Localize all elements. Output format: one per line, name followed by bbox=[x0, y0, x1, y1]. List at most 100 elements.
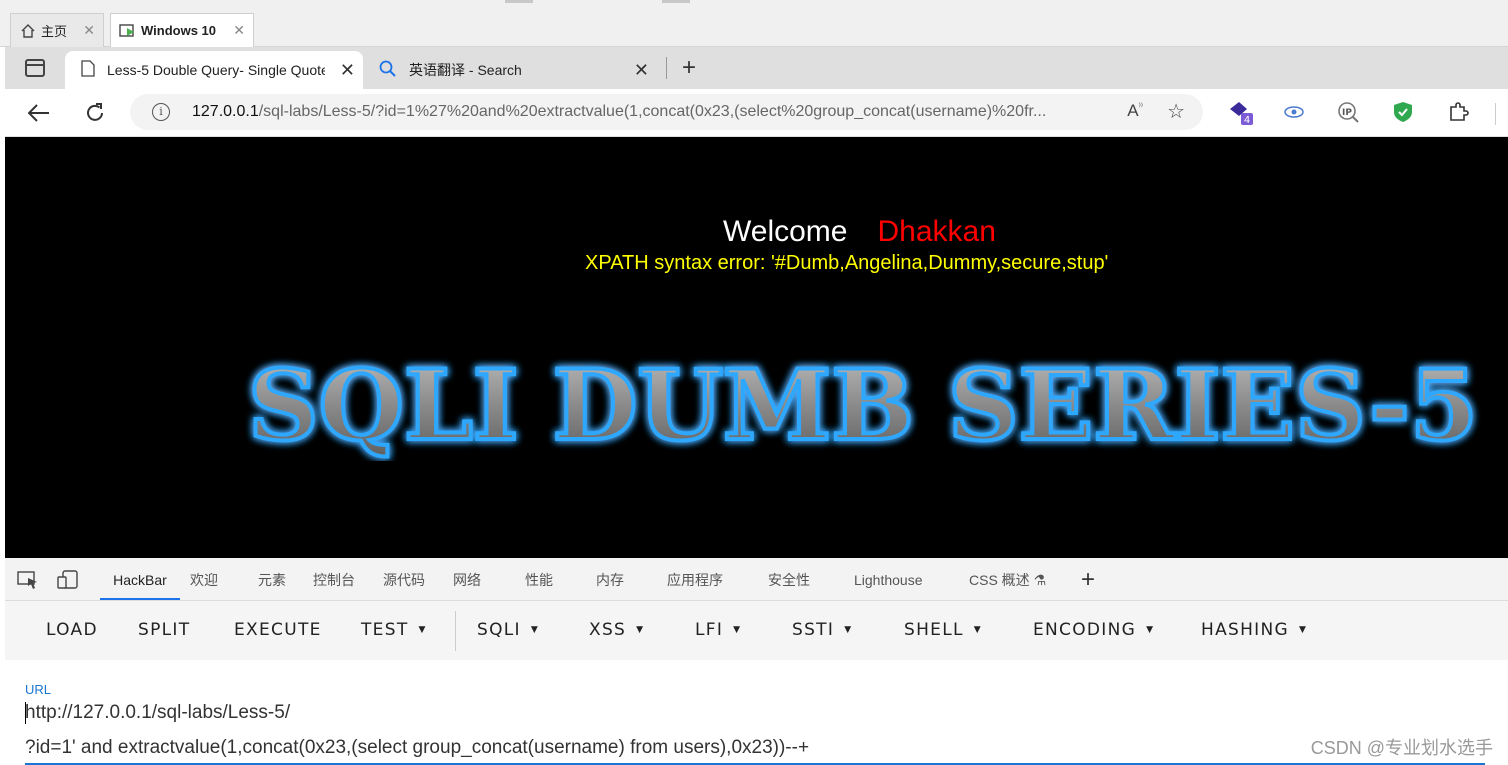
dropdown-caret-icon: ▼ bbox=[733, 625, 742, 635]
navigation-bar: i 127.0.0.1/sql-labs/Less-5/?id=1%27%20a… bbox=[5, 89, 1508, 137]
close-icon[interactable]: ✕ bbox=[83, 22, 95, 39]
eye-extension-icon[interactable] bbox=[1281, 99, 1307, 125]
devtools-tab-bar: HackBar 欢迎 元素 控制台 源代码 网络 性能 内存 应用程序 安全性 Lighthouse… bbox=[5, 558, 1508, 601]
host-tab-windows10[interactable]: Windows 10 ✕ bbox=[110, 13, 254, 47]
dropdown-caret-icon: ▼ bbox=[530, 625, 540, 635]
inspect-element-icon[interactable] bbox=[17, 570, 39, 590]
extension-badge-icon[interactable]: 4 bbox=[1227, 99, 1253, 125]
tab-actions-icon[interactable] bbox=[25, 59, 45, 77]
tab-performance[interactable]: 性能 bbox=[525, 558, 553, 600]
button-label: SSTI bbox=[792, 620, 835, 640]
close-icon[interactable]: ✕ bbox=[233, 22, 245, 39]
hashing-button[interactable]: HASHING ▼ bbox=[1201, 620, 1307, 640]
dropdown-caret-icon: ▼ bbox=[418, 625, 427, 635]
user-name: Dhakkan bbox=[877, 215, 996, 248]
dropdown-caret-icon: ▼ bbox=[844, 625, 853, 635]
extensions-puzzle-icon[interactable] bbox=[1445, 99, 1471, 125]
dropdown-caret-icon: ▼ bbox=[636, 625, 645, 635]
tab-memory[interactable]: 内存 bbox=[596, 558, 624, 600]
button-label: SQLI bbox=[477, 620, 521, 640]
button-label: HASHING bbox=[1201, 620, 1289, 640]
tab-lighthouse[interactable]: Lighthouse bbox=[854, 558, 923, 600]
hackbar-toolbar: LOAD SPLIT EXECUTE TEST ▼ SQLI ▼ XSS ▼ LFI ▼ SSTI ▼ S… bbox=[5, 601, 1508, 660]
dropdown-caret-icon: ▼ bbox=[973, 625, 982, 635]
search-icon bbox=[379, 60, 397, 81]
dropdown-caret-icon: ▼ bbox=[1146, 625, 1155, 635]
xss-button[interactable]: XSS ▼ bbox=[589, 620, 644, 640]
tab-less5[interactable]: Less-5 Double Query- Single Quotes- Stri… bbox=[65, 51, 363, 89]
back-arrow-icon bbox=[28, 104, 49, 122]
button-label: LFI bbox=[695, 620, 724, 640]
shield-extension-icon[interactable] bbox=[1390, 99, 1416, 125]
more-tools-button[interactable]: + bbox=[1081, 566, 1095, 594]
back-button[interactable] bbox=[25, 99, 53, 127]
home-icon bbox=[19, 22, 37, 40]
device-emulation-icon[interactable] bbox=[57, 570, 79, 590]
close-tab-icon[interactable]: ✕ bbox=[340, 60, 355, 81]
address-bar[interactable]: i 127.0.0.1/sql-labs/Less-5/?id=1%27%20a… bbox=[130, 94, 1203, 130]
host-tab-label: 主页 bbox=[41, 24, 68, 39]
dropdown-caret-icon: ▼ bbox=[1299, 625, 1308, 635]
address-url[interactable]: 127.0.0.1/sql-labs/Less-5/?id=1%27%20and… bbox=[192, 103, 1112, 121]
xpath-error-message: XPATH syntax error: '#Dumb,Angelina,Dumm… bbox=[585, 252, 1109, 274]
button-label: ENCODING bbox=[1033, 620, 1137, 640]
tab-css-overview[interactable]: CSS 概述 ⚗ bbox=[969, 558, 1046, 600]
sqli-button[interactable]: SQLI ▼ bbox=[477, 620, 539, 640]
tab-elements[interactable]: 元素 bbox=[258, 558, 286, 600]
encoding-button[interactable]: ENCODING ▼ bbox=[1033, 620, 1154, 640]
tab-search[interactable]: 英语翻译 - Search ✕ bbox=[367, 51, 657, 89]
lfi-button[interactable]: LFI ▼ bbox=[695, 620, 741, 640]
text-caret bbox=[25, 702, 26, 724]
ip-extension-icon[interactable]: IP bbox=[1335, 99, 1361, 125]
vm-icon bbox=[119, 22, 137, 40]
toolbar-separator bbox=[455, 611, 456, 651]
refresh-icon bbox=[87, 103, 103, 121]
welcome-text: Welcome bbox=[723, 215, 848, 248]
button-label: SPLIT bbox=[138, 620, 191, 640]
url-input-line-1[interactable]: http://127.0.0.1/sql-labs/Less-5/ bbox=[25, 702, 290, 724]
tab-label: 英语翻译 - Search bbox=[409, 62, 522, 78]
add-favorite-icon[interactable]: ☆ bbox=[1167, 99, 1185, 124]
host-tab-home[interactable]: 主页 ✕ bbox=[10, 13, 104, 47]
split-button[interactable]: SPLIT bbox=[138, 620, 190, 640]
top-mark bbox=[662, 0, 690, 3]
tab-application[interactable]: 应用程序 bbox=[667, 558, 723, 600]
button-label: TEST bbox=[361, 620, 409, 640]
sqli-banner-logo: SQLI DUMB SERIES-5 bbox=[246, 351, 1480, 461]
execute-button[interactable]: EXECUTE bbox=[234, 620, 322, 640]
tab-console[interactable]: 控制台 bbox=[313, 558, 355, 600]
tab-network[interactable]: 网络 bbox=[453, 558, 481, 600]
button-label: XSS bbox=[589, 620, 627, 640]
url-input-line-2[interactable]: ?id=1' and extractvalue(1,concat(0x23,(s… bbox=[25, 737, 809, 759]
svg-text:SQLI DUMB SERIES-5: SQLI DUMB SERIES-5 bbox=[248, 351, 1478, 461]
browser-tab-bar: Less-5 Double Query- Single Quotes- Stri… bbox=[5, 47, 1508, 89]
site-info-icon[interactable]: i bbox=[152, 103, 170, 121]
host-tab-strip: 主页 ✕ Windows 10 ✕ bbox=[0, 0, 1508, 47]
tab-welcome[interactable]: 欢迎 bbox=[190, 558, 218, 600]
page-content: Welcome Dhakkan XPATH syntax error: '#Dum… bbox=[5, 137, 1508, 558]
load-button[interactable]: LOAD bbox=[46, 620, 98, 640]
button-label: EXECUTE bbox=[234, 620, 322, 640]
ssti-button[interactable]: SSTI ▼ bbox=[792, 620, 852, 640]
tab-label: Less-5 Double Query- Single Quotes- Stri… bbox=[107, 62, 325, 78]
url-label: URL bbox=[25, 682, 52, 697]
toolbar-divider bbox=[1495, 103, 1496, 125]
welcome-message: Welcome Dhakkan bbox=[723, 215, 996, 249]
tab-hackbar[interactable]: HackBar bbox=[100, 558, 180, 600]
tab-security[interactable]: 安全性 bbox=[768, 558, 810, 600]
shell-button[interactable]: SHELL ▼ bbox=[904, 620, 982, 640]
host-tab-label: Windows 10 bbox=[141, 23, 217, 38]
new-tab-button[interactable]: + bbox=[675, 55, 703, 81]
button-label: LOAD bbox=[46, 620, 98, 640]
address-host: 127.0.0.1 bbox=[192, 103, 259, 120]
refresh-button[interactable] bbox=[81, 99, 109, 127]
address-path: /sql-labs/Less-5/?id=1%27%20and%20extrac… bbox=[258, 103, 1047, 120]
page-icon bbox=[81, 60, 95, 80]
close-tab-icon[interactable]: ✕ bbox=[634, 60, 649, 81]
tab-sources[interactable]: 源代码 bbox=[383, 558, 425, 600]
svg-text:4: 4 bbox=[1244, 115, 1250, 125]
button-label: SHELL bbox=[904, 620, 964, 640]
hackbar-url-area: URL http://127.0.0.1/sql-labs/Less-5/ ?i… bbox=[5, 660, 1508, 765]
read-aloud-icon[interactable]: A⁾⁾ bbox=[1127, 101, 1143, 121]
test-button[interactable]: TEST ▼ bbox=[361, 620, 427, 640]
